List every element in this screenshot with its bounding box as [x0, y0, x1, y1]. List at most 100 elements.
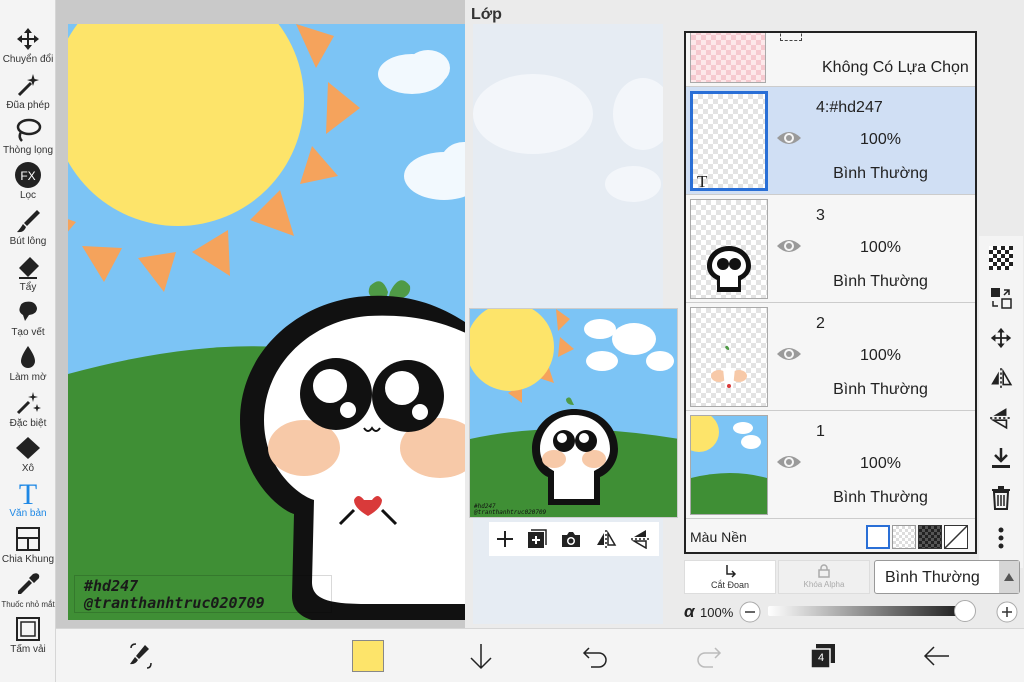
layer-opacity: 100%	[860, 347, 901, 364]
background-label: Màu Nền	[690, 529, 747, 545]
layer-row[interactable]: 2 100% Bình Thường	[686, 303, 975, 411]
checker-icon	[989, 246, 1013, 270]
tool-eyedropper[interactable]: Thuốc nhỏ mắt	[0, 569, 56, 611]
tool-bucket[interactable]: Xô	[0, 433, 56, 475]
arrow-down-icon	[470, 644, 492, 670]
layer-blend-mode: Bình Thường	[833, 273, 928, 290]
add-layer-icon[interactable]	[496, 530, 514, 548]
tool-smudge[interactable]: Tạo vết	[0, 297, 56, 339]
tool-special[interactable]: Đặc biệt	[0, 388, 56, 430]
layer-count: 4	[818, 652, 825, 664]
lock-icon	[818, 564, 830, 578]
tool-swap-button[interactable]	[124, 639, 158, 673]
layer-opacity: 100%	[860, 131, 901, 148]
selection-marquee-icon	[780, 33, 802, 41]
more-options-button[interactable]	[987, 524, 1015, 552]
flip-horizontal-icon	[991, 368, 1013, 388]
layer-bottom-controls: Cắt Đoan Khóa Alpha Bình Thường α 100%	[684, 560, 1024, 628]
swap-icon	[991, 288, 1012, 309]
alpha-lock-button[interactable]: Khóa Alpha	[778, 560, 870, 594]
clipping-label: Cắt Đoan	[710, 580, 750, 590]
tool-blur[interactable]: Làm mờ	[0, 342, 56, 384]
tool-label: Tạo vết	[11, 327, 45, 338]
left-toolbar: Chuyển đổi Đũa phép Thòng lọng FX Lọc Bú…	[0, 0, 56, 682]
tool-lasso[interactable]: Thòng lọng	[0, 115, 56, 157]
transparency-button[interactable]	[987, 244, 1015, 272]
svg-text:FX: FX	[20, 169, 35, 183]
bg-white-swatch[interactable]	[866, 525, 890, 549]
bg-checker-swatch[interactable]	[892, 525, 916, 549]
blend-mode-select[interactable]: Bình Thường	[874, 560, 1020, 594]
swap-layer-button[interactable]	[987, 284, 1015, 312]
alpha-decrease-button[interactable]	[739, 601, 761, 623]
alpha-slider[interactable]	[768, 600, 976, 622]
flip-vertical-icon	[990, 408, 1012, 430]
filter-fx-icon: FX	[15, 162, 41, 188]
flip-layer-horizontal-button[interactable]	[987, 364, 1015, 392]
back-button[interactable]	[920, 639, 954, 673]
layer-list[interactable]: Không Có Lựa Chọn T 4:#hd247 100% Bình T…	[684, 31, 977, 554]
frame-divider-icon	[16, 527, 40, 551]
undo-button[interactable]	[578, 639, 612, 673]
layer-action-bar	[489, 522, 659, 556]
tool-transform[interactable]: Chuyển đổi	[0, 24, 56, 66]
tool-brush[interactable]: Bút lông	[0, 206, 56, 248]
add-layer-copy-icon[interactable]	[527, 529, 548, 549]
flip-layer-vertical-button[interactable]	[987, 404, 1015, 432]
alpha-value: 100%	[700, 605, 734, 620]
redo-icon	[697, 647, 722, 668]
canvas-text-line2: @tranthanhtruc020709	[84, 594, 265, 612]
artwork	[68, 24, 465, 620]
tool-text[interactable]: T Văn bản	[0, 478, 56, 520]
layer-blend-mode: Bình Thường	[833, 489, 928, 506]
move-layer-button[interactable]	[987, 324, 1015, 352]
more-vertical-icon	[998, 527, 1004, 549]
layer-blend-mode: Bình Thường	[833, 381, 928, 398]
tool-label: Đũa phép	[6, 100, 50, 111]
bg-none-swatch[interactable]	[944, 525, 968, 549]
merge-down-icon	[992, 448, 1010, 468]
tool-label: Thòng lọng	[2, 145, 54, 156]
layer-name: 2	[816, 315, 825, 332]
tool-label: Bút lông	[9, 236, 47, 247]
tool-canvas[interactable]: Tấm vải	[0, 614, 56, 656]
flip-horizontal-icon[interactable]	[595, 529, 617, 549]
panel-title: Lớp	[471, 6, 502, 23]
tool-filter[interactable]: FX Lọc	[0, 160, 56, 202]
eyedropper-icon	[18, 573, 40, 594]
smudge-icon	[19, 301, 37, 321]
delete-layer-button[interactable]	[987, 484, 1015, 512]
alpha-increase-button[interactable]	[996, 601, 1018, 623]
selection-thumbnail	[690, 33, 766, 83]
tool-magic-wand[interactable]: Đũa phép	[0, 70, 56, 112]
selection-layer-row[interactable]: Không Có Lựa Chọn	[686, 33, 975, 87]
flip-vertical-icon[interactable]	[630, 529, 652, 549]
magic-wand-icon	[17, 74, 39, 97]
layer-opacity: 100%	[860, 455, 901, 472]
tool-label: Lọc	[19, 190, 37, 201]
color-picker-button[interactable]	[351, 639, 385, 673]
redo-button[interactable]	[692, 639, 726, 673]
tool-label: Chia Khung	[1, 554, 55, 565]
layer-row[interactable]: T 4:#hd247 100% Bình Thường	[686, 87, 975, 195]
drawing-canvas[interactable]: #hd247 @tranthanhtruc020709	[68, 24, 465, 620]
layer-row[interactable]: 3 100% Bình Thường	[686, 195, 975, 303]
blend-mode-dropdown-handle	[999, 561, 1019, 593]
tool-label: Tẩy	[19, 282, 37, 293]
selection-status: Không Có Lựa Chọn	[822, 59, 969, 76]
camera-icon[interactable]	[561, 530, 581, 548]
layer-row[interactable]: 1 100% Bình Thường	[686, 411, 975, 519]
layer-name: 4:#hd247	[816, 99, 883, 116]
layers-button[interactable]: 4	[806, 639, 840, 673]
brush-icon	[17, 210, 40, 233]
tool-frame-divider[interactable]: Chia Khung	[0, 524, 56, 566]
bg-dark-checker-swatch[interactable]	[918, 525, 942, 549]
tool-eraser[interactable]: Tẩy	[0, 252, 56, 294]
alpha-slider-knob[interactable]	[954, 600, 976, 622]
save-down-button[interactable]	[464, 639, 498, 673]
clipping-button[interactable]: Cắt Đoan	[684, 560, 776, 594]
canvas-thumbnail[interactable]: #hd247 @tranthanhtruc020709	[469, 308, 678, 518]
tool-label: Văn bản	[9, 508, 47, 519]
tool-label: Chuyển đổi	[2, 54, 54, 65]
merge-down-button[interactable]	[987, 444, 1015, 472]
